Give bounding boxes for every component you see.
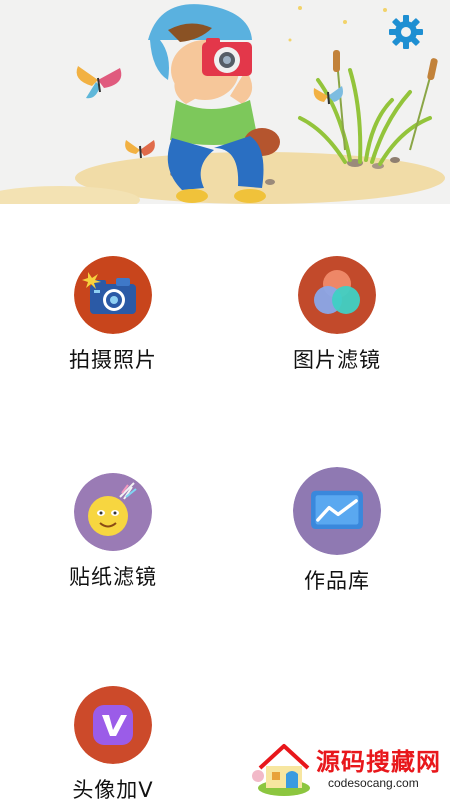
gear-icon <box>389 15 423 49</box>
header-banner <box>0 0 450 204</box>
gallery-chart-icon <box>293 467 381 555</box>
v-badge-icon <box>74 686 152 764</box>
boy-with-camera-illustration <box>0 4 445 204</box>
menu-item-gallery[interactable]: 作品库 <box>252 467 422 597</box>
smiley-sticker-icon <box>74 473 152 551</box>
menu-item-image-filter[interactable]: 图片滤镜 <box>252 256 422 386</box>
menu-item-take-photo[interactable]: 拍摄照片 <box>28 256 198 386</box>
watermark: 源码搜藏网 codesocang.com <box>250 736 450 800</box>
image-filter-label: 图片滤镜 <box>293 348 381 372</box>
watermark-url: codesocang.com <box>328 776 419 790</box>
sticker-filter-icon-circle <box>74 473 152 551</box>
settings-button[interactable] <box>386 12 426 52</box>
menu-item-avatar-v[interactable]: 头像加V <box>28 686 198 800</box>
avatar-v-icon-circle <box>74 686 152 764</box>
sticker-filter-label: 贴纸滤镜 <box>69 565 157 589</box>
menu-item-sticker-filter[interactable]: 贴纸滤镜 <box>28 473 198 603</box>
image-filter-icon-circle <box>298 256 376 334</box>
camera-icon <box>74 256 152 334</box>
gallery-icon-circle <box>293 467 381 555</box>
color-filter-icon <box>298 256 376 334</box>
take-photo-label: 拍摄照片 <box>69 348 157 372</box>
watermark-title: 源码搜藏网 <box>316 748 441 776</box>
app-screen: 拍摄照片 图片滤镜 贴纸滤镜 作品库 头像加V 源码搜藏网 codesocang… <box>0 0 450 800</box>
house-icon <box>252 744 310 796</box>
take-photo-icon-circle <box>74 256 152 334</box>
avatar-v-label: 头像加V <box>72 778 154 800</box>
gallery-label: 作品库 <box>304 569 370 593</box>
